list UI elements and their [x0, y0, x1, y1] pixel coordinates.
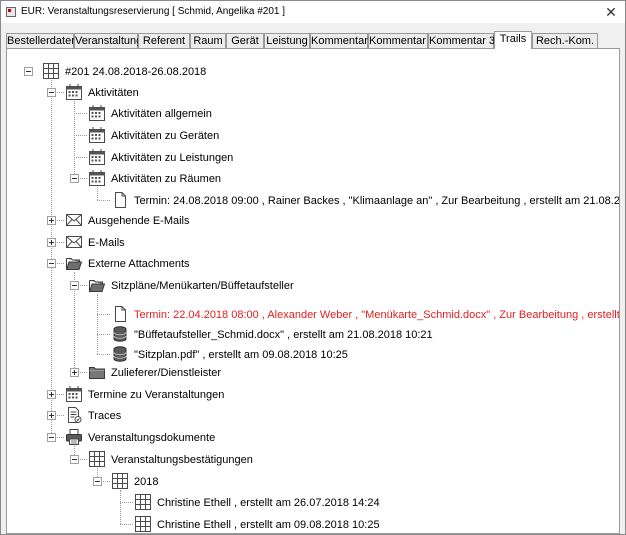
tree-node-root[interactable]: #201 24.08.2018-26.08.2018 [7, 62, 619, 82]
collapse-icon[interactable] [47, 88, 56, 97]
tree-node-label: Zulieferer/Dienstleister [111, 367, 222, 379]
collapse-icon[interactable] [93, 477, 102, 486]
tree-node-label: Traces [88, 410, 122, 422]
tree-node-label: "Sitzplan.pdf" , erstellt am 09.08.2018 … [134, 349, 348, 361]
tab-bestellerdaten[interactable]: Bestellerdaten [6, 33, 77, 48]
expand-icon[interactable] [47, 390, 56, 399]
traces-icon [65, 406, 83, 424]
grid-icon [111, 472, 129, 490]
tree-node-label: Aktivitäten zu Geräten [111, 130, 220, 142]
tree-node-jahr-2018[interactable]: 2018 [7, 472, 619, 492]
tree-node-label: #201 24.08.2018-26.08.2018 [65, 66, 207, 78]
tab-kommentar-3[interactable]: Kommentar 3 [428, 33, 495, 48]
tab-bar: Bestellerdaten Veranstaltung Referent Raum G… [6, 31, 622, 49]
tree-node-emails[interactable]: E-Mails [7, 233, 619, 253]
tree-node-termin-klima[interactable]: Termin: 24.08.2018 09:00 , Rainer Backes… [7, 191, 620, 211]
app-window: EUR: Veranstaltungsreservierung [ Schmid… [0, 0, 626, 535]
collapse-icon[interactable] [70, 281, 79, 290]
collapse-icon[interactable] [70, 455, 79, 464]
tree-node-sitzplan-pdf[interactable]: "Sitzplan.pdf" , erstellt am 09.08.2018 … [7, 345, 619, 365]
tab-kommentar[interactable]: Kommentar [310, 33, 368, 48]
tree-node-va-dokumente[interactable]: Veranstaltungsdokumente [7, 428, 619, 448]
tree-node-aktivitaeten[interactable]: Aktivitäten [7, 83, 619, 103]
tree-node-akt-raeumen[interactable]: Aktivitäten zu Räumen [7, 169, 619, 189]
expand-icon[interactable] [47, 238, 56, 247]
tree-node-ausgehende-emails[interactable]: Ausgehende E-Mails [7, 211, 619, 231]
calendar-icon [88, 126, 106, 144]
tree-node-label: Termin: 22.04.2018 08:00 , Alexander Web… [134, 309, 620, 321]
tree-node-termin-menue[interactable]: Termin: 22.04.2018 08:00 , Alexander Web… [7, 305, 620, 325]
folder-open-icon [88, 276, 106, 294]
collapse-icon[interactable] [70, 174, 79, 183]
tree-node-buffet-doc[interactable]: "Büffetaufsteller_Schmid.docx" , erstell… [7, 325, 619, 345]
tree-node-label: E-Mails [88, 237, 125, 249]
tree-node-sitzplaene[interactable]: Sitzpläne/Menükarten/Büffetaufsteller [7, 276, 619, 296]
tab-referent[interactable]: Referent [138, 33, 190, 48]
calendar-icon [65, 83, 83, 101]
tree-node-label: Veranstaltungsbestätigungen [111, 454, 253, 466]
tab-veranstaltung[interactable]: Veranstaltung [74, 33, 142, 48]
tree-node-ethell-2[interactable]: Christine Ethell , erstellt am 09.08.201… [7, 515, 619, 533]
window-title: EUR: Veranstaltungsreservierung [ Schmid… [21, 6, 286, 17]
tree-node-label: Aktivitäten zu Räumen [111, 173, 222, 185]
calendar-icon [88, 148, 106, 166]
envelope-icon [65, 211, 83, 229]
tree-node-termine-va[interactable]: Termine zu Veranstaltungen [7, 385, 619, 405]
tree-node-label: Aktivitäten zu Leistungen [111, 152, 234, 164]
trails-tree: #201 24.08.2018-26.08.2018 Aktivitäten Akt… [6, 48, 620, 534]
tree-node-externe-attachments[interactable]: Externe Attachments [7, 254, 619, 274]
calendar-icon [88, 104, 106, 122]
tree-node-akt-allgemein[interactable]: Aktivitäten allgemein [7, 104, 619, 124]
collapse-icon[interactable] [24, 67, 33, 76]
database-icon [111, 345, 129, 363]
calendar-icon [88, 169, 106, 187]
envelope-icon [65, 233, 83, 251]
tree-node-label: Christine Ethell , erstellt am 09.08.201… [157, 519, 380, 531]
close-button[interactable]: ✕ [602, 4, 620, 20]
grid-icon [134, 515, 152, 533]
expand-icon[interactable] [47, 411, 56, 420]
database-icon [111, 325, 129, 343]
tree-node-akt-leistungen[interactable]: Aktivitäten zu Leistungen [7, 148, 619, 168]
tab-trails[interactable]: Trails [494, 31, 532, 49]
tab-rech-kom[interactable]: Rech.-Kom. [532, 33, 598, 48]
tree-node-label: Termin: 24.08.2018 09:00 , Rainer Backes… [134, 195, 620, 207]
tree-node-zulieferer[interactable]: Zulieferer/Dienstleister [7, 363, 619, 383]
collapse-icon[interactable] [47, 259, 56, 268]
tree-node-label: Sitzpläne/Menükarten/Büffetaufsteller [111, 280, 294, 292]
folder-icon [88, 363, 106, 381]
document-icon [111, 305, 129, 323]
expand-icon[interactable] [47, 216, 56, 225]
tree-node-label: Externe Attachments [88, 258, 190, 270]
tab-leistung[interactable]: Leistung [264, 33, 310, 48]
tab-kommentar-2[interactable]: Kommentar 2 [368, 33, 435, 48]
tree-node-label: Veranstaltungsdokumente [88, 432, 216, 444]
folder-open-icon [65, 254, 83, 272]
grid-icon [88, 450, 106, 468]
tab-gerät[interactable]: Gerät [226, 33, 264, 48]
app-icon [6, 7, 16, 17]
expand-icon[interactable] [70, 368, 79, 377]
tree-node-label: Aktivitäten [88, 87, 139, 99]
tree-node-label: Aktivitäten allgemein [111, 108, 212, 120]
title-bar[interactable]: EUR: Veranstaltungsreservierung [ Schmid… [1, 1, 625, 23]
tree-node-label: Christine Ethell , erstellt am 26.07.201… [157, 497, 380, 509]
calendar-icon [65, 385, 83, 403]
tree-node-label: Ausgehende E-Mails [88, 215, 190, 227]
document-icon [111, 191, 129, 209]
tree-node-label: "Büffetaufsteller_Schmid.docx" , erstell… [134, 329, 433, 341]
tree-node-label: 2018 [134, 476, 159, 488]
tree-node-va-bestaetigungen[interactable]: Veranstaltungsbestätigungen [7, 450, 619, 470]
tab-raum[interactable]: Raum [190, 33, 226, 48]
grid-icon [42, 62, 60, 80]
collapse-icon[interactable] [47, 433, 56, 442]
tree-node-label: Termine zu Veranstaltungen [88, 389, 225, 401]
tree-node-akt-geraeten[interactable]: Aktivitäten zu Geräten [7, 126, 619, 146]
printer-icon [65, 428, 83, 446]
grid-icon [134, 493, 152, 511]
tree-node-traces[interactable]: Traces [7, 406, 619, 426]
tree-node-ethell-1[interactable]: Christine Ethell , erstellt am 26.07.201… [7, 493, 619, 513]
